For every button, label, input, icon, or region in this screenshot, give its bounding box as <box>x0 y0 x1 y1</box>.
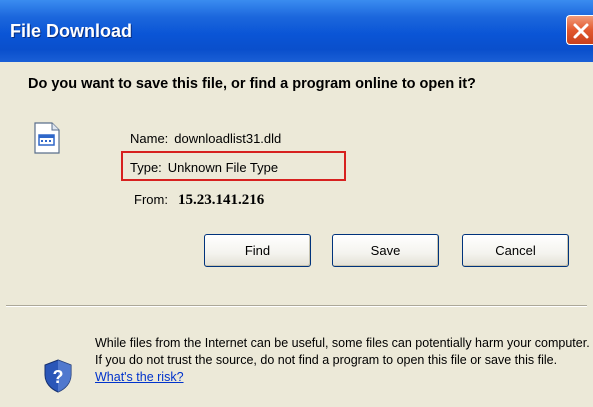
file-type-value: Unknown File Type <box>167 160 279 175</box>
save-button[interactable]: Save <box>332 234 439 267</box>
file-download-dialog: File Download Do you want to save this f… <box>0 0 593 407</box>
download-question: Do you want to save this file, or find a… <box>28 76 476 92</box>
dialog-title: File Download <box>10 21 133 41</box>
warning-text: While files from the Internet can be use… <box>95 336 590 367</box>
file-name-label: Name: <box>130 131 169 146</box>
security-warning: While files from the Internet can be use… <box>95 335 590 386</box>
shield-question-icon: ? <box>43 359 73 398</box>
file-type-row: Type: Unknown File Type <box>130 160 278 175</box>
file-name-row: Name: downloadlist31.dld <box>130 131 281 146</box>
file-from-row: From: 15.23.141.216 <box>134 192 264 209</box>
close-icon <box>573 23 589 39</box>
find-button[interactable]: Find <box>204 234 311 267</box>
file-from-label: From: <box>134 192 168 207</box>
svg-text:?: ? <box>53 367 64 387</box>
file-type-label: Type: <box>130 160 162 175</box>
cancel-button[interactable]: Cancel <box>462 234 569 267</box>
divider <box>6 305 587 307</box>
title-bar[interactable]: File Download <box>0 0 593 62</box>
file-name-value: downloadlist31.dld <box>174 131 282 146</box>
whats-the-risk-link[interactable]: What's the risk? <box>95 370 184 384</box>
dialog-body: Do you want to save this file, or find a… <box>0 62 593 407</box>
close-button[interactable] <box>566 15 593 45</box>
file-from-value: 15.23.141.216 <box>177 192 265 208</box>
unknown-file-icon <box>34 122 60 159</box>
